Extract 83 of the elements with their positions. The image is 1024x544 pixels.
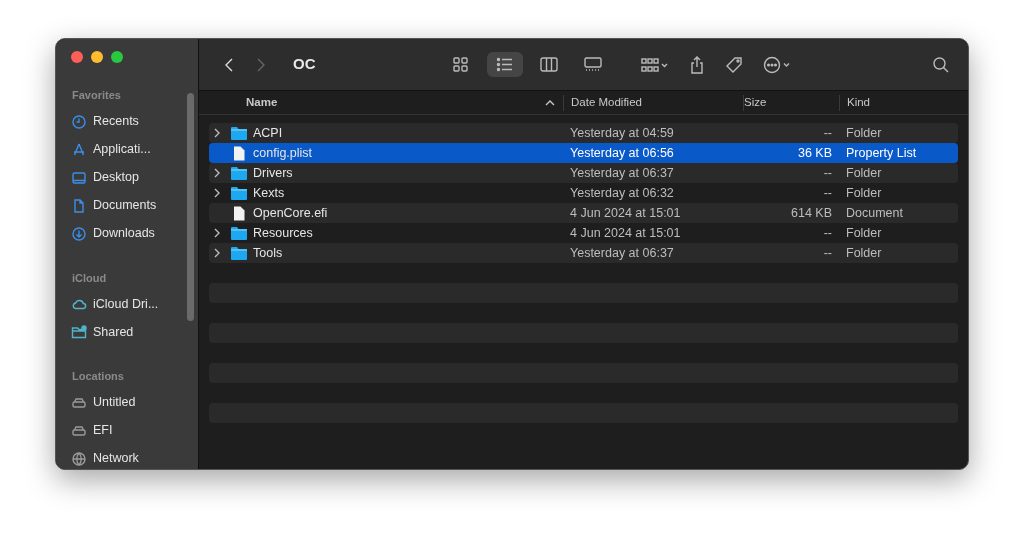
section-heading: Favorites	[72, 88, 122, 103]
file-row[interactable]: Kexts Yesterday at 06:32 -- Folder	[209, 183, 958, 203]
column-header[interactable]: Size	[743, 94, 839, 111]
globe-icon	[71, 450, 87, 467]
sidebar-item[interactable]: Network	[71, 444, 198, 469]
file-row[interactable]: ACPI Yesterday at 04:59 -- Folder	[209, 123, 958, 143]
file-name: Kexts	[253, 184, 285, 202]
sidebar-item[interactable]: EFI	[71, 416, 198, 445]
minimize-button[interactable]	[91, 51, 103, 63]
date-modified: Yesterday at 04:59	[569, 124, 675, 142]
tag-icon	[724, 55, 743, 74]
date-modified: Yesterday at 06:32	[569, 184, 675, 202]
sidebar-item[interactable]: Applicati...	[71, 135, 198, 164]
sidebar-item[interactable]: Documents	[71, 191, 198, 220]
folder-icon	[231, 186, 247, 200]
date-modified: 4 Jun 2024 at 15:01	[569, 204, 682, 222]
window-title: OC	[293, 54, 316, 75]
folder-icon	[231, 246, 247, 260]
file-row[interactable]: OpenCore.efi 4 Jun 2024 at 15:01 614 KB Document	[209, 203, 958, 223]
clock-icon	[71, 113, 87, 130]
file-size: 614 KB	[790, 204, 833, 222]
sidebar-item[interactable]: Shared	[71, 318, 198, 346]
sort-caret-icon	[545, 98, 555, 107]
section-heading: iCloud	[72, 270, 108, 286]
file-size: 36 KB	[796, 144, 833, 162]
file-row[interactable]: config.plist Yesterday at 06:56 36 KB Property List	[209, 143, 958, 163]
file-size: --	[822, 224, 833, 242]
file-row[interactable]: Drivers Yesterday at 06:37 -- Folder	[209, 163, 958, 183]
file-size: --	[822, 244, 833, 262]
file-kind: Folder	[845, 124, 883, 142]
close-button[interactable]	[71, 51, 83, 63]
file-size: --	[822, 164, 833, 182]
sidebar-item[interactable]: iCloud Dri...	[71, 290, 198, 318]
document-icon	[233, 205, 245, 221]
column-header[interactable]: Kind	[839, 94, 958, 111]
share-icon	[688, 55, 705, 74]
sidebar-item[interactable]: Recents	[71, 107, 198, 136]
sidebar-item[interactable]: Desktop	[71, 163, 198, 192]
date-modified: Yesterday at 06:56	[569, 144, 675, 162]
file-name: Tools	[253, 244, 283, 262]
file-size: --	[822, 184, 833, 202]
app-store-icon	[71, 141, 87, 158]
file-size: --	[822, 124, 833, 142]
file-name: ACPI	[253, 124, 283, 142]
file-row[interactable]: Tools Yesterday at 06:37 -- Folder	[209, 243, 958, 263]
file-kind: Folder	[845, 244, 883, 262]
date-modified: 4 Jun 2024 at 15:01	[569, 224, 682, 242]
folder-icon	[231, 226, 247, 240]
file-name: Resources	[253, 224, 313, 242]
download-icon	[71, 225, 87, 242]
group-icon	[640, 56, 669, 73]
gallery-view-icon	[583, 56, 602, 73]
file-name: OpenCore.efi	[253, 204, 328, 222]
file-kind: Document	[845, 204, 904, 222]
shared-folder-icon	[71, 324, 87, 340]
column-header[interactable]: Name	[209, 93, 563, 112]
grid-view-icon	[451, 56, 470, 73]
section-heading: Locations	[72, 369, 125, 384]
back-icon	[223, 56, 235, 73]
list-view-icon	[495, 56, 514, 73]
folder-icon	[231, 126, 247, 140]
columns-view-icon	[539, 56, 558, 73]
file-kind: Property List	[845, 144, 918, 162]
zoom-button[interactable]	[111, 51, 123, 63]
folder-icon	[231, 166, 247, 180]
date-modified: Yesterday at 06:37	[569, 244, 675, 262]
file-kind: Folder	[845, 164, 883, 182]
forward-icon	[255, 56, 267, 73]
column-header[interactable]: Date Modified	[563, 94, 743, 111]
date-modified: Yesterday at 06:37	[569, 164, 675, 182]
search-icon	[932, 55, 950, 74]
file-name: Drivers	[253, 164, 293, 182]
document-icon	[71, 197, 87, 214]
desktop-icon	[71, 169, 87, 186]
file-name: config.plist	[253, 144, 313, 162]
file-kind: Folder	[845, 184, 883, 202]
sidebar-item[interactable]: Untitled	[71, 388, 198, 417]
disclosure-icon	[213, 128, 221, 138]
view-button[interactable]	[486, 52, 523, 77]
file-kind: Folder	[845, 224, 883, 242]
document-icon	[233, 145, 245, 161]
sidebar-item[interactable]: Downloads	[71, 219, 198, 248]
file-row[interactable]: Resources 4 Jun 2024 at 15:01 -- Folder	[209, 223, 958, 243]
